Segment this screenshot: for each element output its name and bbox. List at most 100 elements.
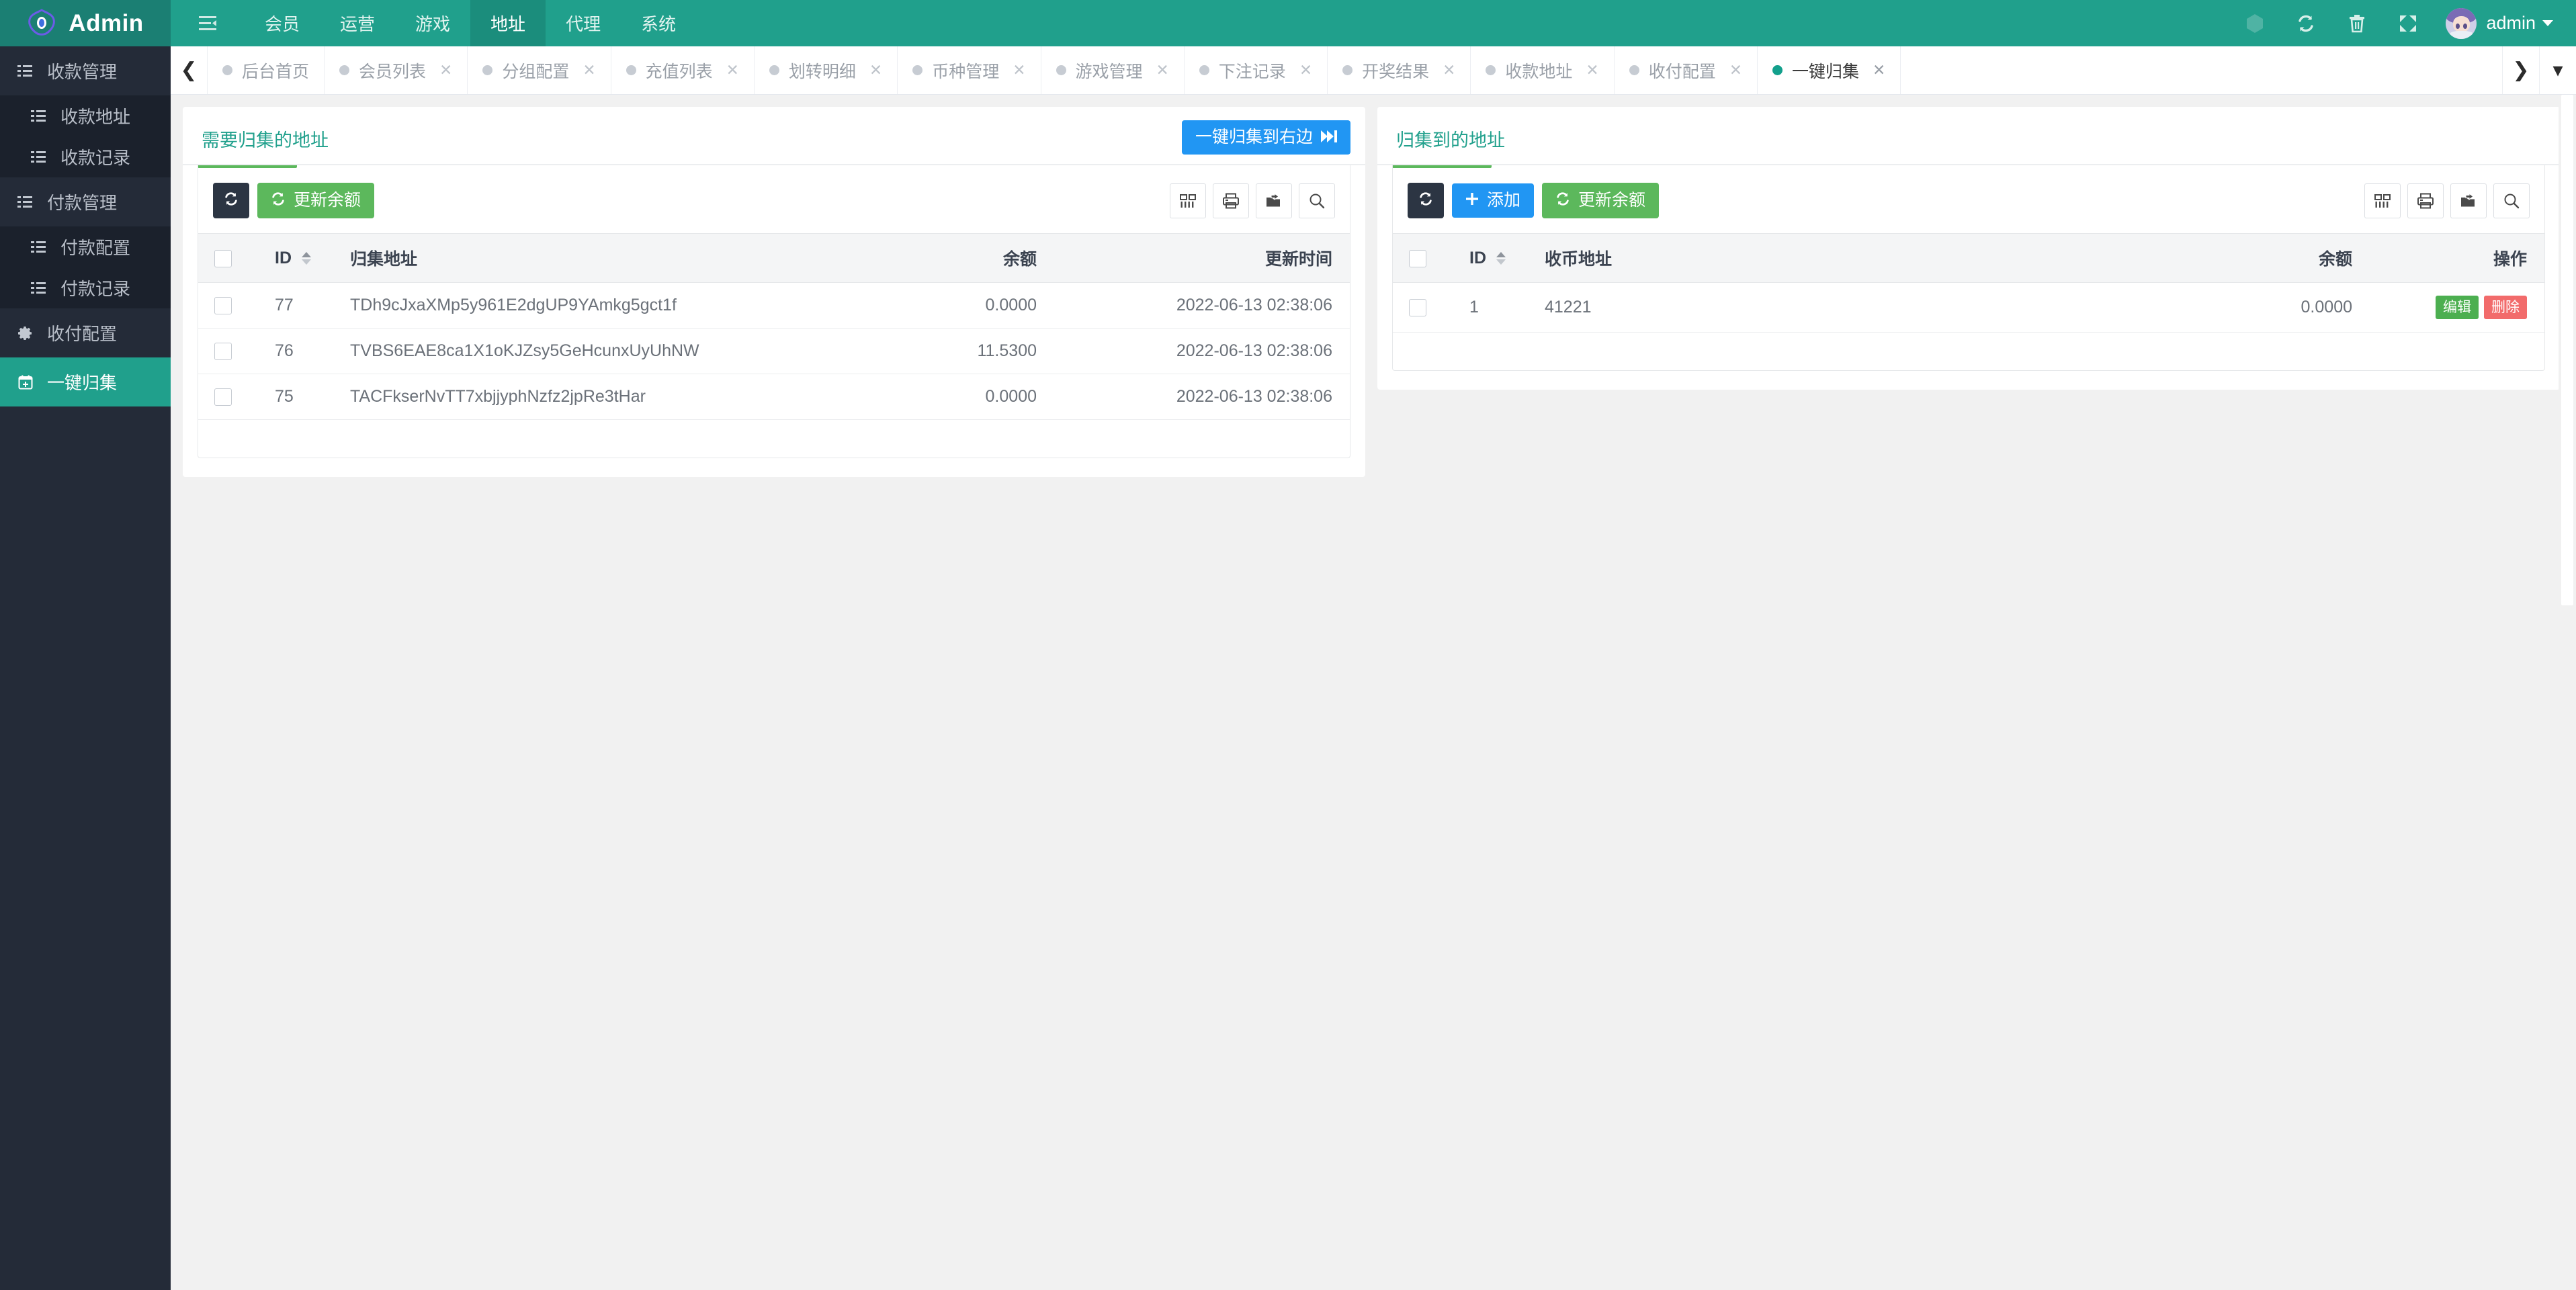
tab-game-management[interactable]: 游戏管理 ✕ [1041,46,1185,94]
trash-icon[interactable] [2331,0,2382,46]
tab-recharge-list[interactable]: 充值列表 ✕ [611,46,755,94]
sidebar-item-payment-management[interactable]: 付款管理 [0,177,171,226]
print-icon[interactable] [2407,183,2444,218]
sidebar-item-label: 付款记录 [60,279,131,299]
nav-item-address[interactable]: 地址 [470,0,546,46]
fullscreen-icon[interactable] [2382,0,2434,46]
tab-close-icon[interactable]: ✕ [1299,61,1312,79]
left-col-address: 归集地址 [343,233,808,283]
tab-bet-record[interactable]: 下注记录 ✕ [1185,46,1328,94]
left-panel-header: 需要归集的地址 一键归集到右边 [183,107,1365,164]
nav-item-agent[interactable]: 代理 [546,0,621,46]
sidebar-item-receipt-management[interactable]: 收款管理 [0,46,171,95]
select-all-checkbox[interactable] [1409,249,1426,267]
sidebar-item-label: 一键归集 [47,373,118,393]
sidebar-item-payment-config[interactable]: 付款配置 [0,226,171,267]
left-select-all-header [198,233,268,283]
right-panel-tab[interactable]: 归集到的地址 [1392,120,1509,164]
tab-member-list[interactable]: 会员列表 ✕ [325,46,468,94]
search-icon[interactable] [1299,183,1335,218]
row-checkbox[interactable] [1409,299,1426,317]
right-col-id[interactable]: ID [1463,233,1538,283]
table-row[interactable]: 76 TVBS6EAE8ca1X1oKJZsy5GeHcunxUyUhNW 11… [198,328,1350,374]
chevron-right-icon[interactable]: ❯ [2502,46,2539,94]
tab-close-icon[interactable]: ✕ [439,61,452,79]
sidebar-item-payment-record[interactable]: 付款记录 [0,267,171,308]
user-avatar[interactable] [2446,7,2477,39]
export-icon[interactable] [1256,183,1292,218]
table-row[interactable]: 75 TACFkserNvTT7xbjjyphNzfz2jpRe3tHar 0.… [198,374,1350,420]
table-row[interactable]: 77 TDh9cJxaXMp5y961E2dgUP9YAmkg5gct1f 0.… [198,282,1350,329]
calendar-plus-icon [17,374,39,390]
header-actions: admin [2229,0,2576,46]
row-checkbox[interactable] [214,388,232,406]
right-col-address-label: 收币地址 [1545,250,1613,269]
row-balance: 0.0000 [2124,282,2359,333]
refresh-icon [1555,191,1570,210]
sidebar-item-one-key-collect[interactable]: 一键归集 [0,357,171,406]
left-refresh-button[interactable] [213,183,249,218]
right-table-footer [1393,333,2544,370]
tab-home[interactable]: 后台首页 [207,46,325,94]
tab-receipt-address[interactable]: 收款地址 ✕ [1471,46,1615,94]
nav-item-games[interactable]: 游戏 [395,0,470,46]
tab-one-key-collect[interactable]: 一键归集 ✕ [1758,46,1901,94]
tab-lottery-result[interactable]: 开奖结果 ✕ [1328,46,1471,94]
chevron-down-icon[interactable]: ▾ [2539,46,2576,94]
refresh-icon[interactable] [2280,0,2331,46]
left-refresh-balance-button[interactable]: 更新余额 [257,183,375,218]
nav-item-members[interactable]: 会员 [245,0,320,46]
left-col-balance-label: 余额 [1002,250,1037,269]
page-scrollbar[interactable] [2559,95,2576,1290]
tab-label: 下注记录 [1218,62,1286,81]
logo[interactable]: Admin [0,0,171,46]
nav-item-system[interactable]: 系统 [621,0,696,46]
hexagon-icon[interactable] [2229,0,2280,46]
tab-group-config[interactable]: 分组配置 ✕ [468,46,611,94]
tab-close-icon[interactable]: ✕ [726,61,739,79]
tab-close-icon[interactable]: ✕ [583,61,595,79]
tab-close-icon[interactable]: ✕ [1586,61,1598,79]
search-icon[interactable] [2493,183,2530,218]
delete-button[interactable]: 删除 [2484,296,2527,319]
tab-transfer-detail[interactable]: 划转明细 ✕ [755,46,898,94]
sidebar-item-receipt-record[interactable]: 收款记录 [0,136,171,177]
select-all-checkbox[interactable] [214,249,232,267]
tab-close-icon[interactable]: ✕ [1443,61,1455,79]
print-icon[interactable] [1213,183,1249,218]
row-checkbox[interactable] [214,297,232,315]
tab-status-dot [339,65,350,75]
nav-label: 地址 [490,14,526,34]
left-panel-tab[interactable]: 需要归集的地址 [198,120,333,164]
collect-to-right-button[interactable]: 一键归集到右边 [1181,120,1350,155]
left-col-id[interactable]: ID [268,233,343,283]
export-icon[interactable] [2450,183,2487,218]
header-spacer [696,0,2229,46]
right-table-head: ID 收币地址 余额 操作 [1393,233,2544,283]
right-refresh-balance-button[interactable]: 更新余额 [1542,183,1660,218]
row-checkbox[interactable] [214,343,232,361]
tab-close-icon[interactable]: ✕ [1156,61,1169,79]
sidebar-item-payment-settings[interactable]: 收付配置 [0,308,171,357]
tab-close-icon[interactable]: ✕ [1873,61,1885,79]
add-button[interactable]: 添加 [1452,183,1535,218]
sidebar-item-receipt-address[interactable]: 收款地址 [0,95,171,136]
right-col-actions: 操作 [2359,233,2544,283]
sidebar-item-label: 付款配置 [60,238,131,258]
scrollbar-thumb[interactable] [2561,95,2573,605]
edit-button[interactable]: 编辑 [2436,296,2479,319]
menu-collapse-icon[interactable] [171,0,245,46]
chevron-left-icon[interactable]: ❮ [171,46,207,94]
tab-close-icon[interactable]: ✕ [1013,61,1025,79]
tab-currency-management[interactable]: 币种管理 ✕ [898,46,1041,94]
nav-label: 系统 [641,14,677,34]
columns-toggle-icon[interactable] [2364,183,2401,218]
user-menu[interactable]: admin [2486,13,2553,34]
columns-toggle-icon[interactable] [1170,183,1206,218]
tab-payment-settings[interactable]: 收付配置 ✕ [1615,46,1758,94]
nav-item-operations[interactable]: 运营 [320,0,395,46]
tab-close-icon[interactable]: ✕ [869,61,882,79]
table-row[interactable]: 1 41221 0.0000 编辑 删除 [1393,282,2544,333]
right-refresh-button[interactable] [1408,183,1444,218]
tab-close-icon[interactable]: ✕ [1729,61,1742,79]
